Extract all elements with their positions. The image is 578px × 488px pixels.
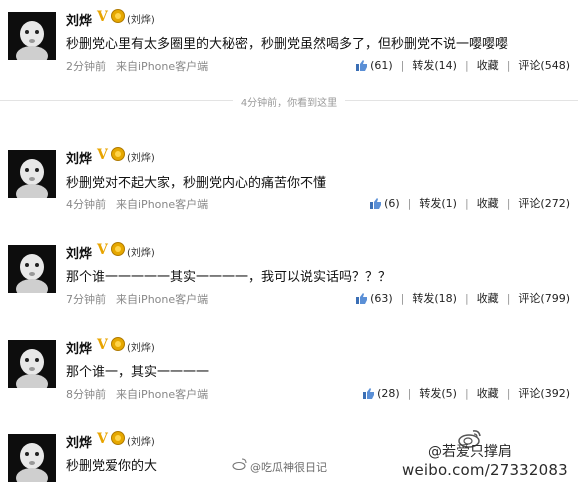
thumbs-up-icon xyxy=(363,387,375,399)
comment-button[interactable]: 评论(272) xyxy=(518,195,570,211)
post-actions: (63) | 转发(18) | 收藏 | 评论(799) xyxy=(356,290,570,306)
user-remark: (刘烨) xyxy=(127,437,155,448)
post-actions: (61) | 转发(14) | 收藏 | 评论(548) xyxy=(356,57,570,73)
watermark-url: weibo.com/27332083 xyxy=(402,461,568,479)
comment-button[interactable]: 评论(548) xyxy=(518,57,570,73)
post-time[interactable]: 4分钟前 xyxy=(66,198,106,211)
post-item: 刘烨 V (刘烨) 秒删党对不起大家，秒删党内心的痛苦你不懂 4分钟前 来自iPh… xyxy=(0,147,578,220)
weibo-feed: 刘烨 V (刘烨) 秒删党心里有太多圈里的大秘密，秒删党虽然喝多了，但秒删党不说… xyxy=(0,0,578,488)
verified-v-icon: V xyxy=(97,9,108,25)
post-source[interactable]: 来自iPhone客户端 xyxy=(116,60,208,73)
medal-icon xyxy=(111,337,125,351)
verified-v-icon: V xyxy=(97,242,108,258)
post-meta: 4分钟前 来自iPhone客户端 xyxy=(66,196,208,212)
post-source[interactable]: 来自iPhone客户端 xyxy=(116,198,208,211)
verified-v-icon: V xyxy=(97,147,108,163)
post-time[interactable]: 8分钟前 xyxy=(66,388,106,401)
verified-v-icon: V xyxy=(97,337,108,353)
watermark-handle: @若爱只撑肩 xyxy=(428,444,512,460)
like-button[interactable]: (63) xyxy=(356,292,393,305)
avatar[interactable] xyxy=(8,340,56,388)
post-source[interactable]: 来自iPhone客户端 xyxy=(116,388,208,401)
like-button[interactable]: (61) xyxy=(356,59,393,72)
post-item: 刘烨 V (刘烨) 那个谁一一一一一其实一一一一，我可以说实话吗？？？ 7分钟前… xyxy=(0,242,578,315)
medal-icon xyxy=(111,431,125,445)
weibo-logo-icon xyxy=(232,458,247,470)
post-text: 秒删党心里有太多圈里的大秘密，秒删党虽然喝多了，但秒删党不说一嘤嘤嘤 xyxy=(66,37,509,52)
post-actions: (28) | 转发(5) | 收藏 | 评论(392) xyxy=(363,385,570,401)
post-text: 秒删党爱你的大 xyxy=(66,459,158,474)
post-text: 秒删党对不起大家，秒删党内心的痛苦你不懂 xyxy=(66,176,327,191)
read-position-notice: 4分钟前，你看到这里 xyxy=(0,94,578,109)
like-count: (63) xyxy=(370,291,393,305)
avatar[interactable] xyxy=(8,12,56,60)
like-button[interactable]: (28) xyxy=(363,387,400,400)
avatar[interactable] xyxy=(8,434,56,482)
favorite-button[interactable]: 收藏 xyxy=(477,385,499,401)
username[interactable]: 刘烨 xyxy=(66,432,92,451)
repost-button[interactable]: 转发(1) xyxy=(419,195,457,211)
repost-button[interactable]: 转发(5) xyxy=(419,385,457,401)
like-count: (61) xyxy=(370,58,393,72)
comment-button[interactable]: 评论(392) xyxy=(518,385,570,401)
post-item: 刘烨 V (刘烨) 秒删党心里有太多圈里的大秘密，秒删党虽然喝多了，但秒删党不说… xyxy=(0,9,578,82)
thumbs-up-icon xyxy=(356,292,368,304)
post-meta: 7分钟前 来自iPhone客户端 xyxy=(66,291,208,307)
like-count: (28) xyxy=(377,386,400,400)
like-button[interactable]: (6) xyxy=(370,197,400,210)
post-text: 那个谁一一一一一其实一一一一，我可以说实话吗？？？ xyxy=(66,270,392,285)
verified-v-icon: V xyxy=(97,431,108,447)
post-meta: 2分钟前 来自iPhone客户端 xyxy=(66,58,208,74)
repost-button[interactable]: 转发(14) xyxy=(412,57,457,73)
comment-button[interactable]: 评论(799) xyxy=(518,290,570,306)
post-meta: 8分钟前 来自iPhone客户端 xyxy=(66,386,208,402)
user-remark: (刘烨) xyxy=(127,343,155,354)
user-remark: (刘烨) xyxy=(127,15,155,26)
watermark-blog: @吃瓜神很日记 xyxy=(250,461,327,474)
username[interactable]: 刘烨 xyxy=(66,243,92,262)
medal-icon xyxy=(111,9,125,23)
post-time[interactable]: 7分钟前 xyxy=(66,293,106,306)
avatar[interactable] xyxy=(8,245,56,293)
post-time[interactable]: 2分钟前 xyxy=(66,60,106,73)
username[interactable]: 刘烨 xyxy=(66,10,92,29)
avatar[interactable] xyxy=(8,150,56,198)
like-count: (6) xyxy=(384,196,400,210)
thumbs-up-icon xyxy=(356,59,368,71)
user-remark: (刘烨) xyxy=(127,248,155,259)
post-item: 刘烨 V (刘烨) 那个谁一，其实一一一一 8分钟前 来自iPhone客户端 (2… xyxy=(0,337,578,410)
thumbs-up-icon xyxy=(370,197,382,209)
post-actions: (6) | 转发(1) | 收藏 | 评论(272) xyxy=(370,195,570,211)
post-source[interactable]: 来自iPhone客户端 xyxy=(116,293,208,306)
username[interactable]: 刘烨 xyxy=(66,148,92,167)
repost-button[interactable]: 转发(18) xyxy=(412,290,457,306)
favorite-button[interactable]: 收藏 xyxy=(477,290,499,306)
medal-icon xyxy=(111,242,125,256)
post-text: 那个谁一，其实一一一一 xyxy=(66,365,210,380)
notice-text: 4分钟前，你看到这里 xyxy=(232,98,346,109)
favorite-button[interactable]: 收藏 xyxy=(477,57,499,73)
user-remark: (刘烨) xyxy=(127,153,155,164)
username[interactable]: 刘烨 xyxy=(66,338,92,357)
favorite-button[interactable]: 收藏 xyxy=(477,195,499,211)
medal-icon xyxy=(111,147,125,161)
